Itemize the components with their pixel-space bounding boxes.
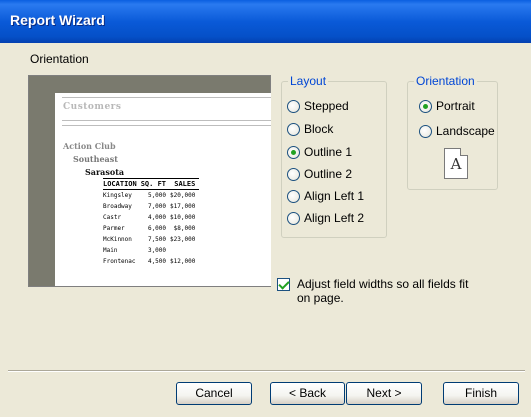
layout-block-radio[interactable]: Block [287,122,333,136]
orientation-portrait-radio[interactable]: Portrait [419,99,475,113]
preview-row: McKinnon 7,500 $23,000 [103,234,199,245]
checkbox-label: Adjust field widths so all fields fit on… [297,277,469,305]
title-bar: Report Wizard [0,0,531,43]
section-title: Orientation [30,52,89,66]
preview-rule [62,97,271,98]
preview-cell: Parmer [103,224,125,232]
radio-label: Align Left 2 [304,211,365,225]
preview-row: Kingsley 5,000 $20,000 [103,190,199,201]
portrait-page-icon: A [444,148,468,179]
layout-preview: Customers Action Club Southeast Sarasota… [28,75,271,287]
preview-cell: $12,000 [170,257,196,265]
page-icon-letter: A [450,155,462,173]
preview-cell [170,245,199,256]
radio-indicator[interactable] [287,211,300,225]
radio-indicator[interactable] [287,167,300,181]
preview-group-level-2: Southeast [73,154,118,164]
preview-row: Frontenac 4,500 $12,000 [103,256,199,267]
preview-cell: $10,000 [170,213,196,221]
radio-indicator[interactable] [287,145,300,159]
preview-rule [62,125,271,126]
layout-legend: Layout [290,74,327,88]
adjust-field-widths-checkbox[interactable]: Adjust field widths so all fields fit on… [277,277,477,305]
preview-cell: $17,000 [170,202,196,210]
preview-cell: Kingsley [103,191,132,199]
checkbox-indicator[interactable] [277,278,290,291]
radio-label: Portrait [436,99,475,113]
preview-rule [62,120,271,121]
preview-cell: Main [103,246,118,254]
preview-cell: $20,000 [170,191,196,199]
radio-label: Block [304,122,334,136]
next-button[interactable]: Next > [346,382,422,405]
preview-group-level-1: Action Club [63,141,116,151]
preview-cell: 4,500 [147,257,167,265]
preview-row: Castr 4,000 $10,000 [103,212,199,223]
radio-label: Landscape [436,124,495,138]
orientation-landscape-radio[interactable]: Landscape [419,124,495,138]
preview-row: Broadway 7,000 $17,000 [103,201,199,212]
cancel-button[interactable]: Cancel [176,382,252,405]
radio-label: Align Left 1 [304,189,365,203]
radio-indicator[interactable] [287,189,300,203]
radio-label: Stepped [304,99,349,113]
preview-cell: 4,000 [147,213,167,221]
preview-page: Customers Action Club Southeast Sarasota… [55,93,271,286]
preview-cell: McKinnon [103,235,132,243]
radio-indicator[interactable] [287,99,300,113]
layout-alignleft1-radio[interactable]: Align Left 1 [287,189,364,203]
preview-cell: Castr [103,213,122,221]
preview-cell: $8,000 [173,224,196,232]
back-button[interactable]: < Back [270,382,345,405]
layout-outline2-radio[interactable]: Outline 2 [287,167,352,181]
radio-label: Outline 2 [304,167,353,181]
radio-indicator[interactable] [287,122,300,136]
preview-group-level-3: Sarasota [85,167,125,177]
preview-cell: Broadway [103,202,132,210]
preview-column-header: SQ. FT [140,178,171,190]
orientation-legend: Orientation [416,74,475,88]
preview-row: Parmer 6,000 $8,000 [103,223,199,234]
window-title: Report Wizard [10,12,105,28]
preview-column-header: SALES [170,178,200,190]
preview-cell: 6,000 [147,224,167,232]
preview-cell: 3,000 [147,246,167,254]
radio-label: Outline 1 [304,145,353,159]
preview-row: Main 3,000 [103,245,199,256]
preview-cell: Frontenac [103,257,136,265]
preview-table: LOCATION SQ. FT SALES Kingsley 5,000 $20… [103,178,200,267]
preview-cell: 5,000 [147,191,167,199]
preview-column-header: LOCATION [103,178,141,190]
radio-indicator[interactable] [419,124,432,138]
preview-cell: 7,000 [147,202,167,210]
preview-cell: 7,500 [147,235,167,243]
layout-stepped-radio[interactable]: Stepped [287,99,349,113]
preview-cell: $23,000 [170,235,196,243]
radio-indicator[interactable] [419,99,432,113]
layout-outline1-radio[interactable]: Outline 1 [287,145,352,159]
layout-alignleft2-radio[interactable]: Align Left 2 [287,211,364,225]
button-separator [8,370,525,372]
preview-report-title: Customers [63,102,122,112]
finish-button[interactable]: Finish [443,382,519,405]
